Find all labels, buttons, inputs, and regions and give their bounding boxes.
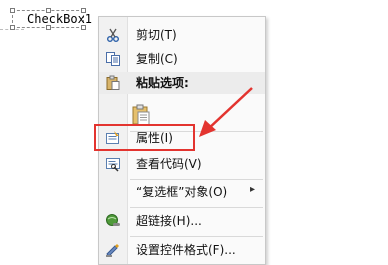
menu-item-copy[interactable]: 复制(C)	[99, 48, 265, 70]
menu-item-label: 设置控件格式(F)...	[136, 243, 236, 257]
hyperlink-icon	[105, 213, 121, 229]
menu-item-label: 剪切(T)	[136, 28, 177, 42]
view-code-icon	[105, 156, 121, 172]
menu-item-checkbox-object[interactable]: “复选框”对象(O) ▸	[99, 181, 265, 203]
resize-handle[interactable]	[10, 25, 15, 30]
paste-icon	[105, 75, 121, 91]
menu-item-label: 复制(C)	[136, 52, 178, 66]
menu-item-cut[interactable]: 剪切(T)	[99, 24, 265, 46]
menu-item-label: “复选框”对象(O)	[136, 185, 228, 199]
menu-separator	[130, 179, 263, 180]
menu-item-label: 查看代码(V)	[136, 157, 202, 171]
copy-icon	[105, 51, 121, 67]
submenu-arrow-icon: ▸	[249, 184, 255, 195]
resize-handle[interactable]	[10, 8, 15, 13]
annotation-arrow-icon	[199, 87, 253, 137]
format-control-icon	[105, 242, 121, 258]
menu-item-view-code[interactable]: 查看代码(V)	[99, 153, 265, 175]
highlight-annotation-box	[94, 124, 195, 151]
menu-item-format-control[interactable]: 设置控件格式(F)...	[99, 239, 265, 261]
scissors-icon	[105, 27, 121, 43]
checkbox-control[interactable]: CheckBox1	[10, 8, 92, 30]
menu-item-hyperlink[interactable]: 超链接(H)...	[99, 210, 265, 232]
checkbox-label: CheckBox1	[27, 12, 93, 26]
menu-item-label: 超链接(H)...	[136, 214, 202, 228]
menu-separator	[130, 236, 263, 237]
menu-item-label: 粘贴选项:	[136, 76, 189, 90]
menu-separator	[130, 207, 263, 208]
